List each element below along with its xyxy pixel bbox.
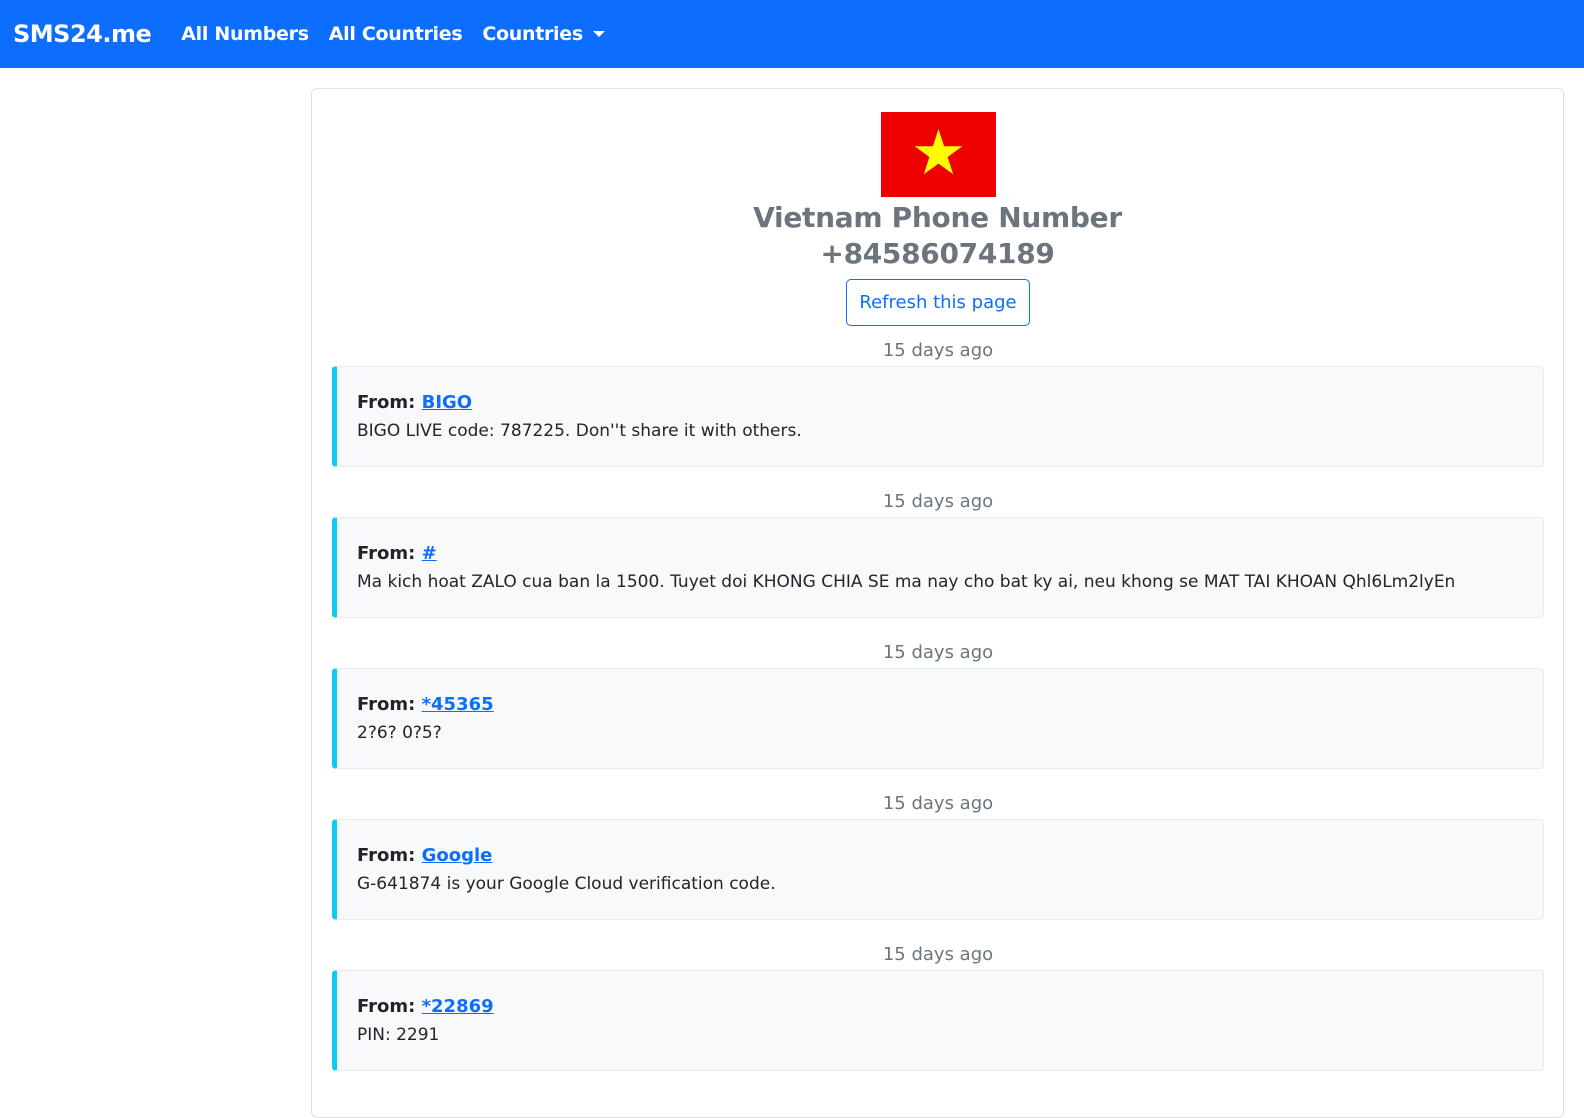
from-label: From: xyxy=(357,845,422,866)
message-group: 15 days ago From: BIGO BIGO LIVE code: 7… xyxy=(332,339,1544,467)
nav-all-countries[interactable]: All Countries xyxy=(329,23,463,45)
nav-countries-label: Countries xyxy=(482,23,583,45)
sender-link[interactable]: *22869 xyxy=(422,996,494,1017)
message-text: BIGO LIVE code: 787225. Don''t share it … xyxy=(357,421,802,441)
nav-countries-dropdown[interactable]: Countries xyxy=(482,23,605,45)
sender-link[interactable]: # xyxy=(422,543,437,564)
sender-link[interactable]: Google xyxy=(422,845,493,866)
message-time: 15 days ago xyxy=(882,793,994,814)
nav-all-numbers[interactable]: All Numbers xyxy=(181,23,309,45)
from-label: From: xyxy=(357,543,422,564)
caret-down-icon xyxy=(592,31,605,37)
message-text: G-641874 is your Google Cloud verificati… xyxy=(357,874,776,894)
message-group: 15 days ago From: *45365 2?6? 0?5? xyxy=(332,641,1544,769)
message-group: 15 days ago From: Google G-641874 is you… xyxy=(332,792,1544,920)
message-time: 15 days ago xyxy=(882,642,994,663)
from-label: From: xyxy=(357,996,422,1017)
top-navbar: SMS24.me All Numbers All Countries Count… xyxy=(0,0,1584,68)
message-text: Ma kich hoat ZALO cua ban la 1500. Tuyet… xyxy=(357,572,1456,592)
number-card: Vietnam Phone Number +84586074189 Refres… xyxy=(311,88,1564,1118)
country-title: Vietnam Phone Number xyxy=(753,201,1122,234)
message-from: From: # xyxy=(357,541,1523,567)
message-from: From: *45365 xyxy=(357,692,1523,718)
message-text: 2?6? 0?5? xyxy=(357,723,442,743)
phone-number: +84586074189 xyxy=(820,237,1055,270)
message-group: 15 days ago From: *22869 PIN: 2291 xyxy=(332,943,1544,1071)
message-card: From: # Ma kich hoat ZALO cua ban la 150… xyxy=(332,517,1544,618)
message-time: 15 days ago xyxy=(882,340,994,361)
sender-link[interactable]: BIGO xyxy=(422,392,473,413)
message-from: From: BIGO xyxy=(357,390,1523,416)
page-title: Vietnam Phone Number +84586074189 xyxy=(312,200,1563,272)
message-text: PIN: 2291 xyxy=(357,1025,440,1045)
message-time: 15 days ago xyxy=(882,491,994,512)
brand-link[interactable]: SMS24.me xyxy=(13,20,152,48)
message-group: 15 days ago From: # Ma kich hoat ZALO cu… xyxy=(332,490,1544,618)
message-card: From: Google G-641874 is your Google Clo… xyxy=(332,819,1544,920)
message-card: From: BIGO BIGO LIVE code: 787225. Don''… xyxy=(332,366,1544,467)
message-card: From: *45365 2?6? 0?5? xyxy=(332,668,1544,769)
from-label: From: xyxy=(357,694,422,715)
message-card: From: *22869 PIN: 2291 xyxy=(332,970,1544,1071)
vietnam-flag-icon xyxy=(881,112,996,197)
sender-link[interactable]: *45365 xyxy=(422,694,494,715)
from-label: From: xyxy=(357,392,422,413)
message-from: From: Google xyxy=(357,843,1523,869)
message-time: 15 days ago xyxy=(882,944,994,965)
refresh-button[interactable]: Refresh this page xyxy=(846,279,1030,326)
message-from: From: *22869 xyxy=(357,994,1523,1020)
flag-svg xyxy=(881,112,996,197)
